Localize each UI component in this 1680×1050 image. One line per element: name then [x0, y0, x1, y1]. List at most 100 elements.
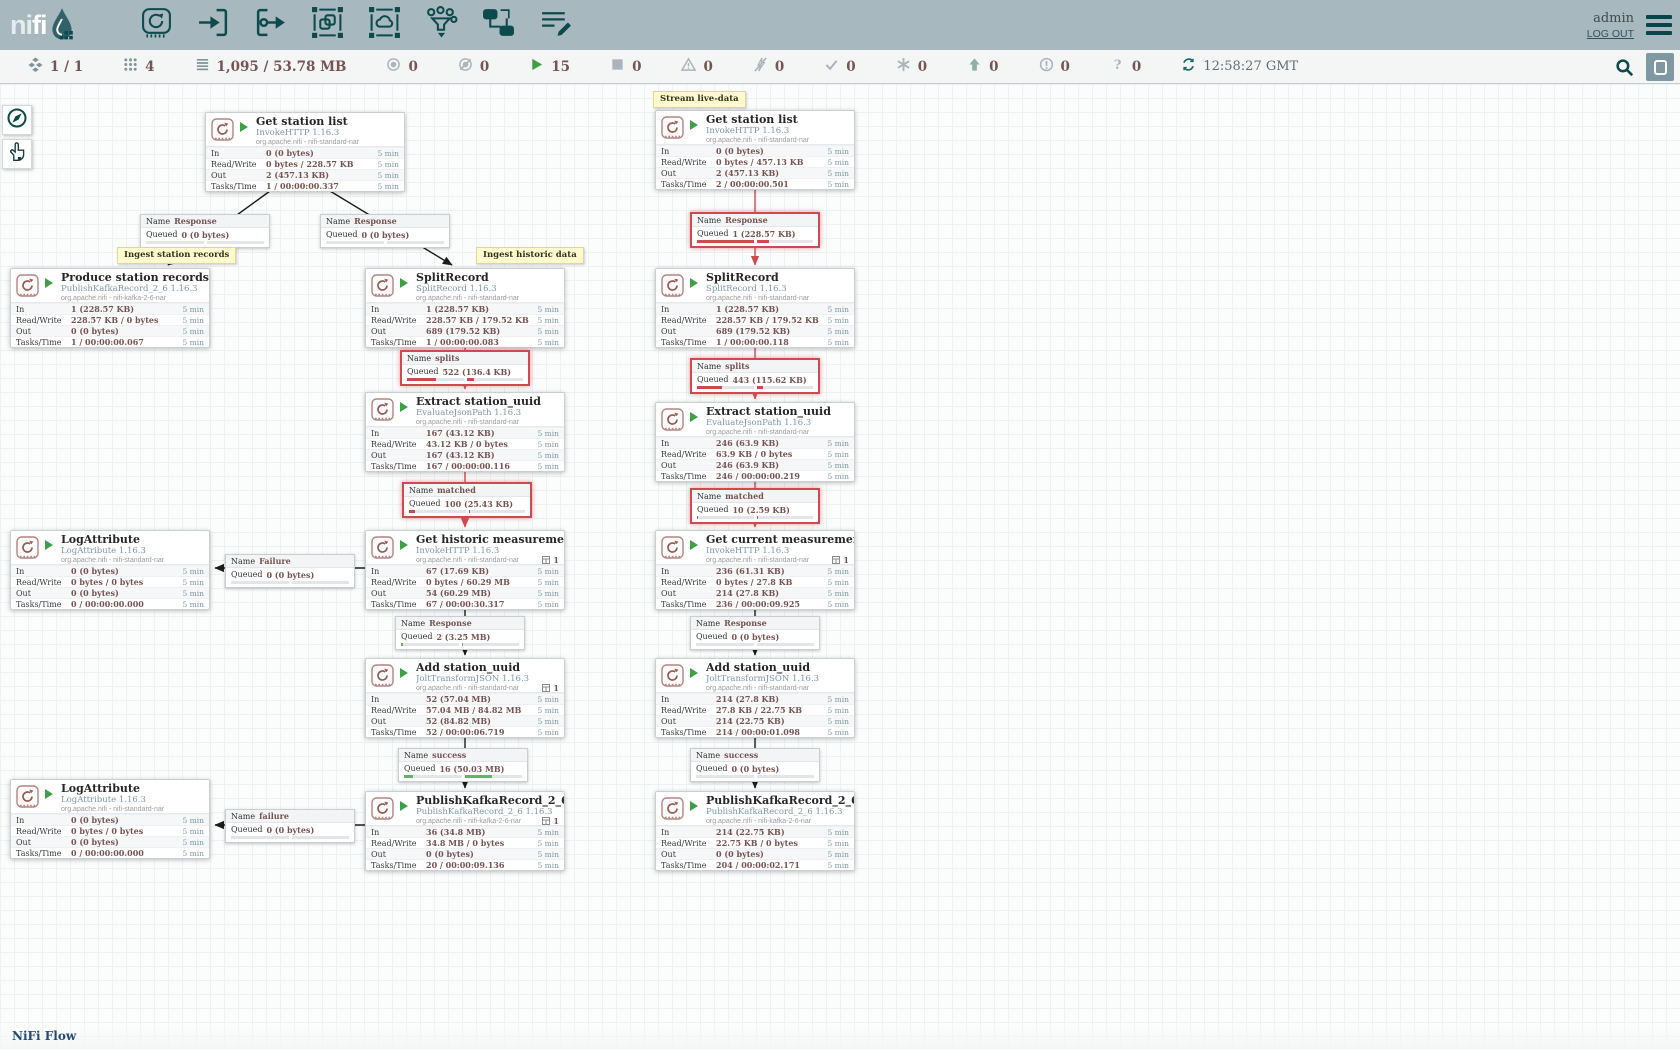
connection-label[interactable]: NamesplitsQueued443 (115.62 KB)	[690, 358, 820, 394]
processor-node[interactable]: Get station listInvokeHTTP 1.16.3org.apa…	[205, 112, 405, 192]
connection-label[interactable]: NameResponseQueued0 (0 bytes)	[140, 214, 270, 248]
stat-value: 0 (0 bytes)	[716, 146, 828, 156]
processor-title: PublishKafkaRecord_2_6	[706, 795, 854, 807]
connection-label[interactable]: NamesuccessQueued0 (0 bytes)	[690, 748, 820, 782]
processor-type: LogAttribute 1.16.3	[61, 546, 209, 556]
search-button[interactable]	[1612, 55, 1636, 79]
processor-node[interactable]: Extract station_uuidEvaluateJsonPath 1.1…	[365, 392, 565, 472]
processor-stats: In0 (0 bytes)5 minRead/Write0 bytes / 22…	[206, 146, 404, 191]
processor-title: Get station list	[706, 114, 854, 126]
stat-label: Out	[16, 589, 71, 598]
processor-type: JoltTransformJSON 1.16.3	[706, 674, 854, 684]
refresh-icon[interactable]	[1181, 57, 1196, 77]
stat-row: Tasks/Time214 / 00:00:01.0985 min	[656, 726, 854, 737]
canvas-label[interactable]: Ingest station records	[117, 247, 236, 264]
processor-title: LogAttribute	[61, 534, 209, 546]
stat-label: Out	[371, 327, 426, 336]
backpressure-bars	[692, 240, 818, 246]
processor-node[interactable]: Extract station_uuidEvaluateJsonPath 1.1…	[655, 402, 855, 482]
processor-icon	[211, 118, 234, 141]
processor-node[interactable]: SplitRecordSplitRecord 1.16.3org.apache.…	[655, 268, 855, 348]
stat-value: 27.8 KB / 22.75 KB	[716, 705, 828, 715]
template-button[interactable]	[478, 5, 518, 45]
processor-title: Get historic measurements	[416, 534, 564, 546]
label-button[interactable]	[535, 5, 575, 45]
backpressure-bars	[399, 775, 527, 781]
processor-node[interactable]: PublishKafkaRecord_2_6PublishKafkaRecord…	[365, 791, 565, 871]
processor-header: Extract station_uuidEvaluateJsonPath 1.1…	[366, 393, 564, 426]
stat-value: 54 (60.29 MB)	[426, 588, 538, 598]
running-status: 15	[529, 57, 570, 77]
processor-node[interactable]: Produce station recordsPublishKafkaRecor…	[10, 268, 210, 348]
connection-label[interactable]: NameResponseQueued0 (0 bytes)	[320, 214, 450, 248]
processor-node[interactable]: Get current measurementInvokeHTTP 1.16.3…	[655, 530, 855, 610]
funnel-button[interactable]	[421, 5, 461, 45]
input-port-button[interactable]	[193, 5, 233, 45]
stat-row: Out2 (457.13 KB)5 min	[206, 169, 404, 180]
stat-label: Out	[371, 589, 426, 598]
processor-node[interactable]: PublishKafkaRecord_2_6PublishKafkaRecord…	[655, 791, 855, 871]
connection-label[interactable]: NameFailureQueued0 (0 bytes)	[225, 554, 355, 588]
connection-label[interactable]: NameResponseQueued2 (3.25 MB)	[395, 616, 525, 650]
stat-window: 5 min	[828, 861, 850, 870]
hand-button[interactable]	[2, 139, 32, 169]
stat-window: 5 min	[828, 472, 850, 481]
connection-queued-row: Queued10 (2.59 KB)	[692, 503, 818, 516]
connection-label[interactable]: NameResponseQueued0 (0 bytes)	[690, 616, 820, 650]
connection-label[interactable]: NamematchedQueued10 (2.59 KB)	[690, 488, 820, 524]
connection-queued-row: Queued522 (136.4 KB)	[402, 365, 528, 378]
output-port-button[interactable]	[250, 5, 290, 45]
logout-link[interactable]: LOG OUT	[1587, 28, 1634, 40]
breadcrumb[interactable]: NiFi Flow	[12, 1029, 76, 1043]
nifi-logo[interactable]: nifi	[10, 7, 110, 43]
locally-modified-stale-status: 0	[1039, 57, 1070, 77]
connection-label[interactable]: NamesplitsQueued522 (136.4 KB)	[400, 350, 530, 386]
processor-node[interactable]: Add station_uuidJoltTransformJSON 1.16.3…	[365, 658, 565, 738]
relationship-name: failure	[259, 811, 289, 821]
processor-node[interactable]: LogAttributeLogAttribute 1.16.3org.apach…	[10, 779, 210, 859]
stat-row: Tasks/Time52 / 00:00:06.7195 min	[366, 726, 564, 737]
stat-window: 5 min	[538, 305, 560, 314]
processor-node[interactable]: Get station listInvokeHTTP 1.16.3org.apa…	[655, 110, 855, 190]
nifi-logo-text: nifi	[10, 10, 47, 41]
stat-label: Read/Write	[211, 160, 266, 169]
processor-node[interactable]: Get historic measurementsInvokeHTTP 1.16…	[365, 530, 565, 610]
processor-node[interactable]: SplitRecordSplitRecord 1.16.3org.apache.…	[365, 268, 565, 348]
processor-node[interactable]: LogAttributeLogAttribute 1.16.3org.apach…	[10, 530, 210, 610]
connection-name-row: NameResponse	[691, 617, 819, 630]
flow-canvas[interactable]: NiFi Flow Get station listInvokeHTTP 1.1…	[0, 84, 1680, 1049]
stat-window: 5 min	[378, 171, 400, 180]
birdseye-button[interactable]	[2, 105, 32, 135]
connection-label[interactable]: NameResponseQueued1 (228.57 KB)	[690, 212, 820, 248]
remote-process-group-button[interactable]	[364, 5, 404, 45]
processor-bundle: org.apache.nifi - nifi-standard-nar	[706, 428, 854, 437]
active-threads-count: 1	[553, 555, 559, 565]
process-group-tool-icon	[311, 6, 344, 44]
canvas-label[interactable]: Ingest historic data	[476, 247, 584, 264]
side-panel-toggle-button[interactable]	[1646, 53, 1674, 81]
stat-row: Read/Write57.04 MB / 84.82 MB5 min	[366, 704, 564, 715]
stat-value: 52 (84.82 MB)	[426, 716, 538, 726]
canvas-label[interactable]: Stream live-data	[653, 91, 746, 108]
queued-value: 443 (115.62 KB)	[732, 375, 806, 385]
processor-bundle: org.apache.nifi - nifi-standard-nar	[416, 294, 564, 303]
connection-label[interactable]: NamesuccessQueued16 (50.03 MB)	[398, 748, 528, 782]
connection-label[interactable]: NamefailureQueued0 (0 bytes)	[225, 809, 355, 843]
queued-label: Queued	[231, 825, 262, 834]
status-value: 4	[145, 59, 154, 75]
processor-button[interactable]	[136, 5, 176, 45]
process-group-button[interactable]	[307, 5, 347, 45]
stat-value: 1 / 00:00:00.083	[426, 337, 538, 347]
connection-label[interactable]: NamematchedQueued100 (25.43 KB)	[402, 482, 532, 518]
stat-row: Tasks/Time1 / 00:00:00.0835 min	[366, 336, 564, 347]
last-refreshed[interactable]: 12:58:27 GMT	[1181, 57, 1298, 77]
processor-header: LogAttributeLogAttribute 1.16.3org.apach…	[11, 780, 209, 813]
funnel-tool-icon	[425, 6, 458, 44]
processor-node[interactable]: Add station_uuidJoltTransformJSON 1.16.3…	[655, 658, 855, 738]
global-menu-button[interactable]	[1646, 15, 1672, 35]
processor-type: PublishKafkaRecord_2_6 1.16.3	[61, 284, 209, 294]
backpressure-bar	[757, 516, 814, 519]
stat-row: In167 (43.12 KB)5 min	[366, 427, 564, 438]
stat-label: Read/Write	[661, 450, 716, 459]
stat-label: Read/Write	[16, 316, 71, 325]
